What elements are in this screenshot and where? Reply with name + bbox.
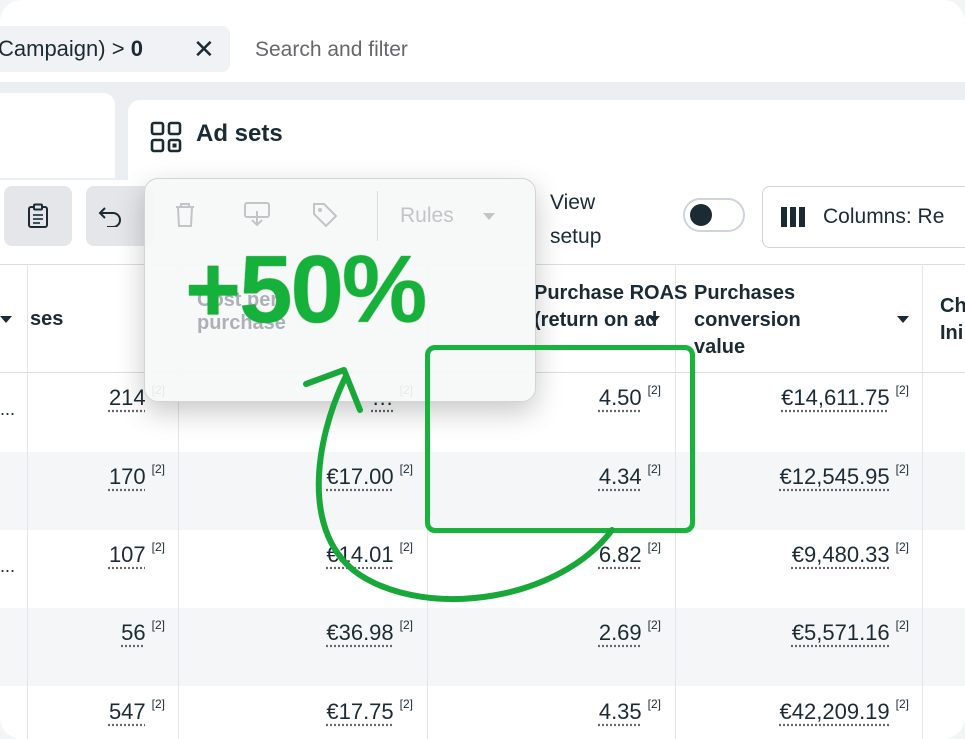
truncated-name: ... — [0, 556, 16, 576]
footnote-marker: [2] — [399, 618, 413, 632]
footnote-marker: [2] — [647, 618, 661, 632]
cell-cost-per-purchase-value: €36.98 — [326, 620, 394, 645]
footnote-marker: [2] — [895, 618, 909, 632]
filter-chip-label: Campaign) > 0 — [0, 36, 143, 61]
view-setup-toggle[interactable] — [683, 198, 745, 232]
filter-chip[interactable]: Campaign) > 0 ✕ — [0, 26, 230, 72]
filter-bar: Campaign) > 0 ✕ Search and filter — [0, 18, 965, 82]
search-input[interactable]: Search and filter — [255, 38, 408, 62]
footnote-marker: [2] — [895, 462, 909, 476]
footnote-marker: [2] — [151, 618, 165, 632]
toggle-knob — [690, 204, 712, 226]
column-header-roas[interactable]: Purchase ROAS (return on ad — [534, 280, 687, 334]
footnote-marker: [2] — [399, 462, 413, 476]
cell-conversion-value-value: €5,571.16 — [791, 620, 890, 645]
tag-icon — [313, 203, 338, 228]
cell-conversion-value[interactable]: €14,611.75 [2] — [781, 383, 909, 411]
cell-conversion-value-value: €14,611.75 — [781, 385, 890, 410]
ads-manager-frame: Campaign) > 0 ✕ Search and filter Ad set… — [0, 0, 965, 739]
column-divider — [27, 264, 28, 739]
sort-caret-icon[interactable] — [648, 316, 660, 323]
cell-roas[interactable]: 2.69 [2] — [598, 618, 661, 646]
column-header-conversion-value[interactable]: Purchases conversion value — [694, 280, 801, 361]
ad-sets-grid-icon — [150, 121, 182, 153]
cell-purchases[interactable]: 56 [2] — [121, 618, 165, 646]
cell-conversion-value-value: €42,209.19 — [779, 699, 890, 724]
cell-roas-value: 4.35 — [598, 699, 642, 724]
truncated-name: ... — [0, 399, 16, 419]
cell-cost-per-purchase-value: €14.01 — [326, 542, 394, 567]
footnote-marker: [2] — [151, 540, 165, 554]
columns-button-label: Columns: Re — [823, 205, 945, 228]
cell-conversion-value-value: €12,545.95 — [779, 464, 890, 489]
clipboard-icon — [28, 203, 48, 228]
columns-button[interactable]: Columns: Re — [762, 186, 965, 248]
cell-cost-per-purchase[interactable]: €14.01 [2] — [326, 540, 413, 568]
cell-roas-value: 2.69 — [598, 620, 642, 645]
chevron-down-icon — [483, 213, 495, 220]
sort-caret-icon[interactable] — [0, 316, 12, 323]
cell-conversion-value[interactable]: €42,209.19 [2] — [779, 697, 909, 725]
rules-button-label: Rules — [400, 204, 454, 227]
columns-icon — [781, 207, 807, 227]
footnote-marker: [2] — [895, 697, 909, 711]
cell-purchases[interactable]: 107 [2] — [108, 540, 165, 568]
cell-purchases[interactable]: 547 [2] — [108, 697, 165, 725]
cell-conversion-value[interactable]: €9,480.33 [2] — [791, 540, 909, 568]
increase-callout: +50% — [185, 236, 427, 343]
column-header-purchases[interactable]: ses — [30, 306, 63, 333]
footnote-marker: [2] — [399, 540, 413, 554]
trash-icon — [176, 203, 194, 227]
cell-purchases-value: 170 — [108, 464, 146, 489]
cell-conversion-value[interactable]: €12,545.95 [2] — [779, 462, 909, 490]
cell-purchases-value: 547 — [108, 699, 146, 724]
footnote-marker: [2] — [647, 697, 661, 711]
column-header-next[interactable]: Ch Ini — [940, 293, 965, 347]
tab-ad-sets-label: Ad sets — [196, 120, 283, 147]
view-setup-label: View setup — [550, 191, 602, 248]
cell-conversion-value[interactable]: €5,571.16 [2] — [791, 618, 909, 646]
cell-cost-per-purchase-value: €17.75 — [326, 699, 394, 724]
sort-caret-icon[interactable] — [897, 316, 909, 323]
footnote-marker: [2] — [399, 697, 413, 711]
cell-roas[interactable]: 4.35 [2] — [598, 697, 661, 725]
cell-purchases-value: 214 — [108, 385, 146, 410]
cell-roas-value: 6.82 — [598, 542, 642, 567]
cell-cost-per-purchase[interactable]: €17.00 [2] — [326, 462, 413, 490]
cell-purchases-value: 56 — [121, 620, 146, 645]
footnote-marker: [2] — [895, 540, 909, 554]
cell-purchases-value: 107 — [108, 542, 146, 567]
cell-cost-per-purchase-value: €17.00 — [326, 464, 394, 489]
paste-button[interactable] — [4, 186, 72, 246]
footnote-marker: [2] — [895, 383, 909, 397]
duplicate-icon — [244, 202, 270, 227]
column-divider — [922, 264, 923, 739]
cell-conversion-value-value: €9,480.33 — [791, 542, 890, 567]
close-icon[interactable]: ✕ — [193, 35, 215, 63]
footnote-marker: [2] — [151, 462, 165, 476]
cell-cost-per-purchase[interactable]: €36.98 [2] — [326, 618, 413, 646]
footnote-marker: [2] — [151, 697, 165, 711]
undo-icon — [98, 207, 121, 227]
cell-roas[interactable]: 6.82 [2] — [598, 540, 661, 568]
highlight-box — [425, 345, 695, 533]
footnote-marker: [2] — [647, 540, 661, 554]
cell-cost-per-purchase[interactable]: €17.75 [2] — [326, 697, 413, 725]
cell-purchases[interactable]: 170 [2] — [108, 462, 165, 490]
tab-campaigns[interactable] — [0, 93, 115, 178]
